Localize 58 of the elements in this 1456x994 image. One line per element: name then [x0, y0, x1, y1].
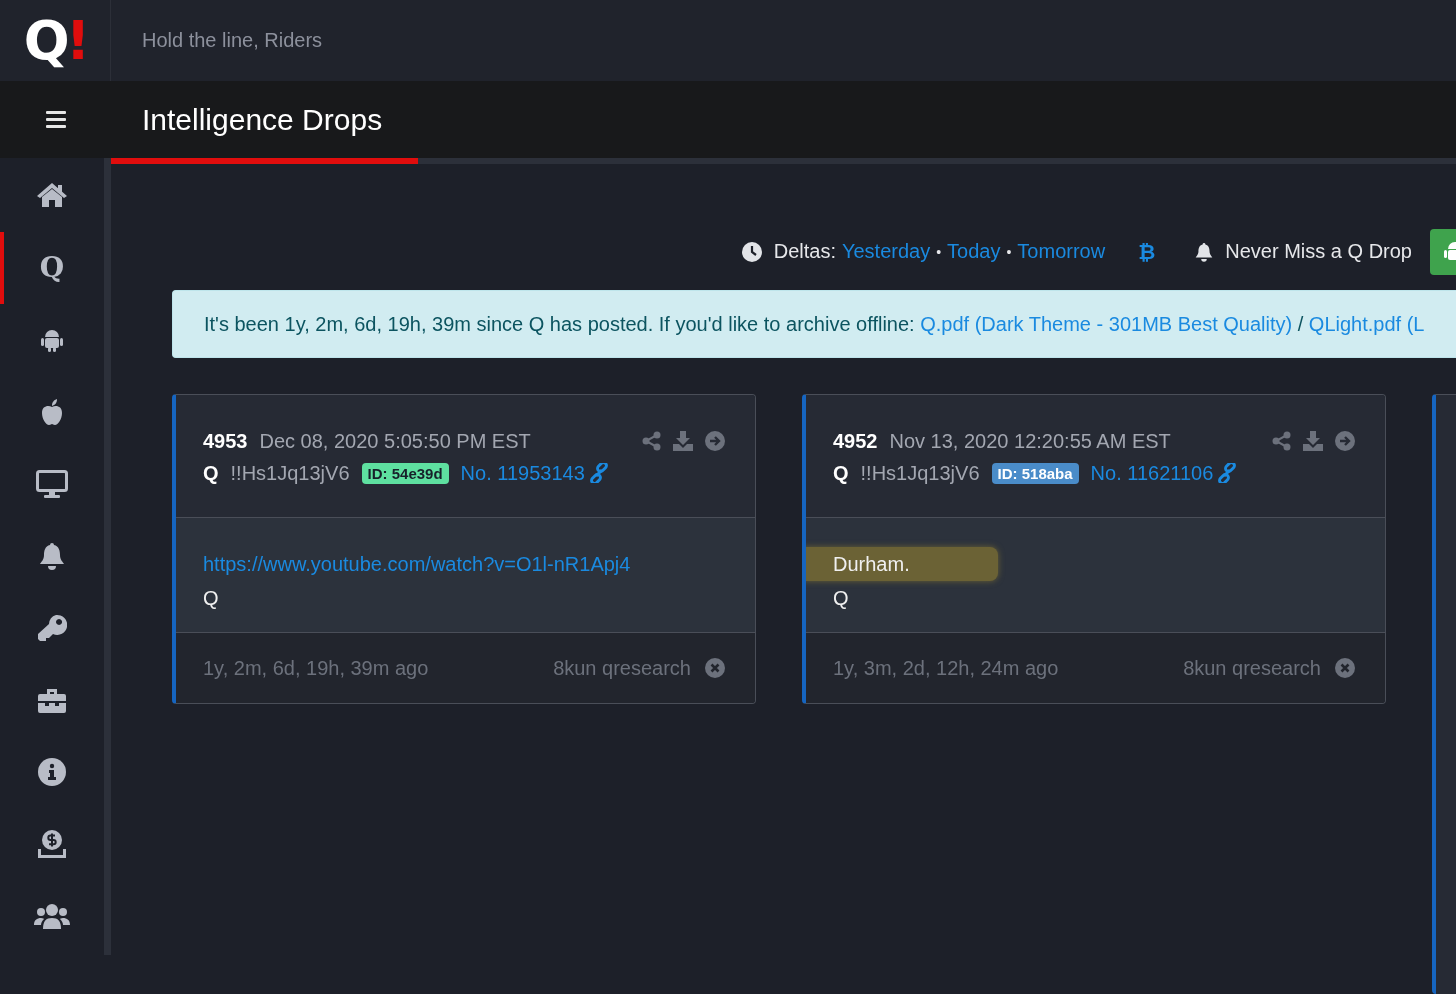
- pdf-link[interactable]: Q.pdf (Dark Theme - 301MB Best Quality): [920, 312, 1293, 335]
- android-icon: [41, 328, 63, 352]
- post-date: Dec 08, 2020 5:05:50 PM EST: [259, 429, 531, 453]
- delta-link[interactable]: Yesterday: [841, 240, 931, 264]
- page-title: Intelligence Drops: [142, 102, 383, 137]
- post-source: 8kun qresearch: [553, 656, 691, 680]
- delta-link[interactable]: Tomorrow: [1017, 240, 1106, 264]
- delta-link[interactable]: Today: [947, 240, 1001, 264]
- post-age: 1y, 3m, 2d, 12h, 24m ago: [833, 656, 1059, 680]
- key-icon: [37, 614, 67, 642]
- menu-icon[interactable]: [45, 111, 66, 128]
- tagline: Hold the line, Riders: [142, 29, 323, 52]
- q-icon: Q: [39, 254, 65, 282]
- share-icon[interactable]: [642, 431, 661, 451]
- post-author: Q: [833, 461, 849, 485]
- bell-icon: [1195, 241, 1214, 262]
- download-icon[interactable]: [673, 431, 693, 451]
- pdf-link[interactable]: QLight.pdf (L: [1308, 312, 1425, 335]
- clock-icon: [741, 241, 762, 262]
- post-number: 4952: [833, 429, 878, 453]
- post-number-link[interactable]: No. 11621106: [1090, 461, 1214, 485]
- post-date: Nov 13, 2020 12:20:55 AM EST: [889, 429, 1171, 453]
- post-source: 8kun qresearch: [1183, 656, 1321, 680]
- bell-icon: [39, 542, 65, 570]
- post-author: Q: [203, 461, 219, 485]
- apple-icon: [41, 399, 63, 425]
- toolbox-icon: [37, 687, 67, 713]
- close-icon[interactable]: [1335, 658, 1355, 678]
- alert-text: It's been 1y, 2m, 6d, 19h, 39m since Q has posted. If you'd like to archive offline: Q.pdf (Dark Theme - 301MB Best Quality) / QLight.pdf (L: [204, 312, 1425, 336]
- download-icon[interactable]: [1303, 431, 1323, 451]
- notify-text: Never Miss a Q Drop: [1225, 240, 1412, 264]
- separator: •: [1006, 243, 1012, 260]
- logo[interactable]: Q!: [23, 13, 87, 68]
- share-icon[interactable]: [1272, 431, 1291, 451]
- bitcoin-link[interactable]: ₿: [1138, 239, 1156, 264]
- post-text: Durham.: [833, 552, 910, 576]
- tripcode: !!Hs1Jq13jV6: [230, 461, 350, 485]
- users-icon: [34, 903, 70, 929]
- post-age: 1y, 2m, 6d, 19h, 39m ago: [203, 656, 429, 680]
- home-icon: [36, 182, 68, 208]
- post-link[interactable]: https://www.youtube.com/watch?v=O1l-nR1Apj4: [203, 552, 631, 576]
- tripcode: !!Hs1Jq13jV6: [860, 461, 980, 485]
- id-badge: ID: 54e39d: [361, 462, 449, 484]
- monitor-icon: [36, 470, 68, 498]
- post-text: Q: [833, 586, 849, 610]
- separator: •: [936, 243, 942, 260]
- info-icon: [38, 758, 66, 786]
- arrow-right-icon[interactable]: [1335, 431, 1355, 451]
- link-icon[interactable]: [588, 463, 609, 483]
- arrow-right-icon[interactable]: [705, 431, 725, 451]
- donate-icon: [37, 829, 67, 859]
- post-number-link[interactable]: No. 11953143: [460, 461, 585, 485]
- id-badge: ID: 518aba: [991, 462, 1079, 484]
- close-icon[interactable]: [705, 658, 725, 678]
- link-icon[interactable]: [1217, 463, 1238, 483]
- post-number: 4953: [203, 429, 248, 453]
- post-text: Q: [203, 586, 219, 610]
- deltas-label: Deltas:: [773, 240, 836, 264]
